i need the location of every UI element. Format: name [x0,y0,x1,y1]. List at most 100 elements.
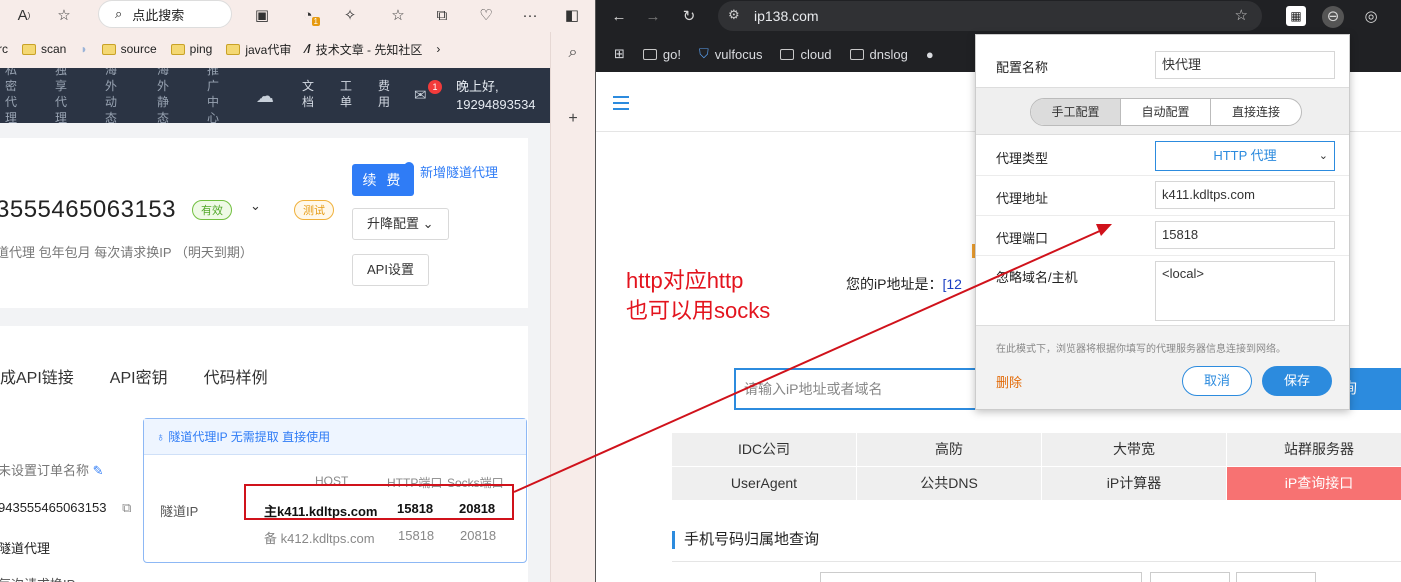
tab-api-key[interactable]: API密钥 [110,364,168,388]
favorites-icon[interactable]: ☆ [386,4,410,26]
config-name-input[interactable]: 快代理 [1155,51,1335,79]
phone-button-1[interactable] [1150,572,1230,582]
backup-host: 备 k412.kdltps.com [264,531,375,546]
order-id: 943555465063153 [0,500,107,515]
bookmark-star-icon[interactable]: ☆ [1235,6,1248,24]
phone-input[interactable] [820,572,1142,582]
github-icon[interactable]: ● [926,47,934,62]
cancel-button[interactable]: 取消 [1182,366,1252,396]
save-button[interactable]: 保存 [1262,366,1332,396]
nav-billing[interactable]: 费用 [377,78,391,110]
proxy-port-label: 代理端口 [996,231,1049,246]
proxy-status-icon[interactable]: ⊖ [1322,6,1344,28]
config-name-label: 配置名称 [996,60,1049,75]
order-card: 3555465063153 有效 ⌄ 测试 道代理 包年包月 每次请求换IP （… [0,138,528,308]
wechat-icon[interactable]: ☁ [256,86,274,107]
chevron-right-icon: › [436,42,441,56]
grid-link-bandwidth[interactable]: 大带宽 [1042,433,1226,466]
nav-item-overseas-dynamic[interactable]: 海外动态 [104,68,118,126]
grid-link-ip-calculator[interactable]: iP计算器 [1042,467,1226,500]
proxy-port-input[interactable]: 15818 [1155,221,1335,249]
grid-row: UserAgent 公共DNS iP计算器 iP查询接口 [672,467,1401,500]
nav-item-overseas-static[interactable]: 海外静态 [156,68,170,126]
grid-link-ip-api[interactable]: iP查询接口 [1227,467,1401,500]
nav-docs[interactable]: 文档 [301,78,315,110]
read-aloud-icon[interactable]: A) [12,4,36,26]
bookmark-source[interactable]: source [101,42,157,56]
grid-link-server-cluster[interactable]: 站群服务器 [1227,433,1401,466]
bookmark-vulfocus[interactable]: ⛉ vulfocus [699,46,762,62]
bypass-textarea[interactable]: <local> [1155,261,1335,321]
folder-icon [170,43,185,55]
reload-icon[interactable]: ↻ [678,6,700,28]
bookmark-rc[interactable]: rc [0,42,8,56]
phone-button-2[interactable] [1236,572,1316,582]
tab-api-link[interactable]: 成API链接 [0,364,74,388]
back-arrow-icon[interactable]: ← [608,6,630,28]
api-settings-button[interactable]: API设置 [352,254,429,286]
hamburger-menu-icon[interactable] [613,96,629,110]
mode-manual[interactable]: 手工配置 [1031,99,1121,125]
more-menu-icon[interactable]: ··· [518,4,542,26]
grid-link-ddos[interactable]: 高防 [857,433,1041,466]
tab-code-samples[interactable]: 代码样例 [204,364,268,388]
sidebar-toggle-icon[interactable]: ◧ [560,4,584,26]
bookmark-scan[interactable]: scan [22,42,66,56]
page-icon: ◗ [80,42,88,56]
site-info-icon[interactable]: ⚙ [728,7,740,23]
search-box[interactable]: ⌕ 点此搜索 [98,0,232,28]
bookmark-go[interactable]: go! [642,47,681,62]
right-toolbar: ← → ↻ ⚙ ip138.com ☆ ▦ ⊖ ◎ [596,0,1401,36]
sidebar-add-icon[interactable]: + [563,110,583,130]
proxy-address-label: 代理地址 [996,191,1049,206]
extensions-puzzle-icon[interactable]: ✧ [338,4,362,26]
chevron-down-icon[interactable]: ⌄ [250,198,261,214]
product-cut-row: 每次请求换IP [0,574,75,582]
grid-link-idc[interactable]: IDC公司 [672,433,856,466]
sidebar-search-icon[interactable]: ⌕ [563,44,583,64]
test-badge[interactable]: 测试 [294,200,334,220]
address-bar[interactable]: ⚙ ip138.com ☆ [718,1,1262,31]
proxy-type-select[interactable]: HTTP 代理 ⌄ [1155,141,1335,171]
ip-label: 您的iP地址是： [846,276,943,292]
extension-badge-icon[interactable]: ◔ 1 [296,4,320,26]
bookmark-xianzhi[interactable]: ⁄/技术文章 - 先知社区 [305,41,422,58]
bookmark-ping[interactable]: ping [170,42,212,56]
nav-item-private[interactable]: 私密代理 [4,68,18,126]
nav-item-promotion[interactable]: 推广中心 [206,68,220,126]
mode-direct[interactable]: 直接连接 [1211,99,1301,125]
bookmark-blank[interactable]: ◗ [80,42,87,56]
edit-pencil-icon[interactable]: ✎ [93,463,104,478]
order-id-row: 943555465063153 ⧉ [0,500,131,516]
grid-link-public-dns[interactable]: 公共DNS [857,467,1041,500]
nav-item-exclusive[interactable]: 独享代理 [54,68,68,126]
ip-value: [12 [942,276,962,292]
extension-icon[interactable]: ▣ [250,4,274,26]
apps-grid-icon[interactable]: ⊞ [614,46,625,62]
mode-auto[interactable]: 自动配置 [1121,99,1211,125]
grid-link-useragent[interactable]: UserAgent [672,467,856,500]
copy-icon[interactable]: ⧉ [122,500,131,515]
delete-button[interactable]: 删除 [996,372,1022,391]
collections-icon[interactable]: ⧉ [430,4,454,26]
upgrade-button[interactable]: 升降配置 ⌄ [352,208,449,240]
divider [976,255,1349,256]
bookmark-dnslog[interactable]: dnslog [849,47,908,62]
nav-tickets[interactable]: 工单 [339,78,353,110]
heart-pulse-icon[interactable]: ♡ [474,4,498,26]
proxy-extension-icon[interactable]: ▦ [1286,6,1306,26]
bookmark-cloud[interactable]: cloud [780,47,832,62]
mail-badge: 1 [428,80,442,94]
edge-sidebar: ⌕ + [550,32,595,582]
user-greeting[interactable]: 晚上好, 19294893534 [456,78,536,114]
mail-icon[interactable]: ✉ [414,86,427,104]
forward-arrow-icon[interactable]: → [642,6,664,28]
favorite-star-icon[interactable]: ☆ [52,4,76,26]
bookmarks-overflow[interactable]: › [436,42,440,56]
add-tunnel-link[interactable]: 新增隧道代理 [420,162,498,181]
profile-icon[interactable]: ◎ [1360,6,1382,28]
bookmark-java[interactable]: java代审 [226,41,291,58]
search-placeholder: 点此搜索 [132,7,185,23]
proxy-address-input[interactable]: k411.kdltps.com [1155,181,1335,209]
username: 19294893534 [456,97,536,112]
